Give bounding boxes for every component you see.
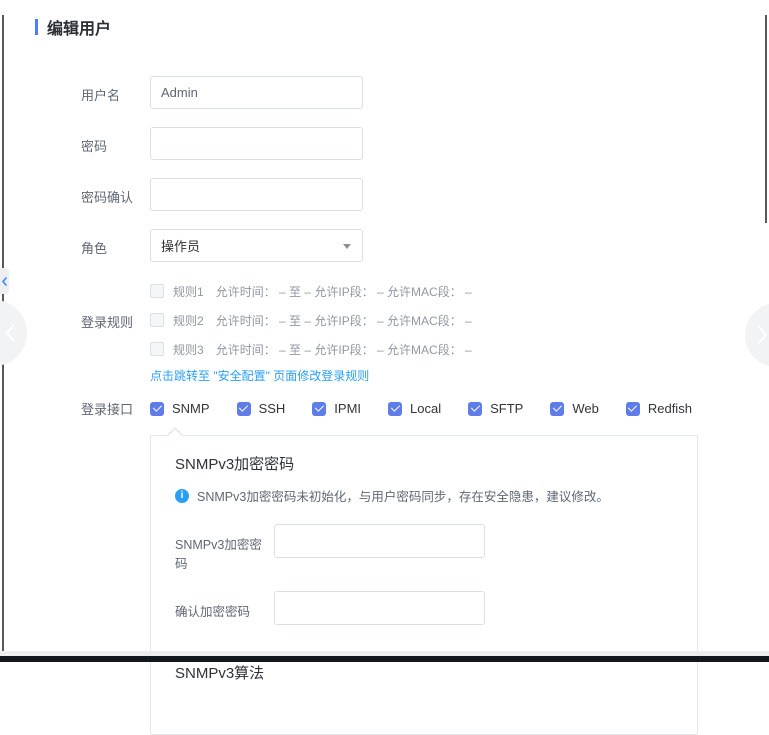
snmpv3-panel-title: SNMPv3加密密码	[175, 453, 697, 474]
interface-label: SFTP	[490, 401, 523, 416]
interface-option-ipmi: IPMI	[312, 401, 361, 416]
chevron-right-icon	[757, 325, 768, 345]
password-input[interactable]	[150, 127, 363, 160]
role-label: 角色	[81, 229, 150, 262]
snmpv3-password-confirm-row: 确认加密密码	[175, 591, 697, 625]
security-config-link[interactable]: 点击跳转至 "安全配置" 页面修改登录规则	[150, 367, 369, 384]
snmpv3-algorithm-title: SNMPv3算法	[175, 662, 697, 683]
snmpv3-password-input[interactable]	[274, 524, 485, 558]
login-rule-item: 规则3 允许时间： – 至 – 允许IP段： – 允许MAC段： –	[150, 338, 472, 360]
login-interfaces-list: SNMP SSH IPMI Local SFTP Web	[150, 398, 719, 418]
password-label: 密码	[81, 127, 150, 160]
snmpv3-password-confirm-input[interactable]	[274, 591, 485, 625]
chevron-down-icon	[343, 244, 351, 249]
snmpv3-password-label: SNMPv3加密密码	[175, 524, 274, 572]
ipmi-checkbox[interactable]	[312, 402, 326, 416]
login-interfaces-label: 登录接口	[81, 398, 150, 418]
local-checkbox[interactable]	[388, 402, 402, 416]
page-title: 编辑用户	[47, 15, 111, 39]
snmpv3-password-confirm-label: 确认加密密码	[175, 591, 274, 625]
interface-option-redfish: Redfish	[626, 401, 692, 416]
ssh-checkbox[interactable]	[237, 402, 251, 416]
scrollbar-thumb[interactable]	[765, 15, 767, 223]
snmpv3-info-row: i SNMPv3加密密码未初始化，与用户密码同步，存在安全隐患，建议修改。	[175, 486, 697, 505]
interface-label: Redfish	[648, 401, 692, 416]
interface-option-local: Local	[388, 401, 441, 416]
web-checkbox[interactable]	[550, 402, 564, 416]
rule-name: 规则3	[173, 341, 204, 358]
username-row: 用户名	[81, 76, 769, 109]
password-confirm-label: 密码确认	[81, 178, 150, 211]
username-input[interactable]	[150, 76, 363, 109]
sidebar-collapse-toggle[interactable]	[0, 268, 9, 294]
interface-label: Web	[572, 401, 599, 416]
chevron-left-icon	[5, 323, 16, 343]
interface-label: Local	[410, 401, 441, 416]
interface-label: SSH	[259, 401, 286, 416]
snmpv3-panel: SNMPv3加密密码 i SNMPv3加密密码未初始化，与用户密码同步，存在安全…	[150, 435, 698, 735]
login-rules-list: 规则1 允许时间： – 至 – 允许IP段： – 允许MAC段： – 规则2 允…	[150, 280, 472, 384]
bottom-dark-bar	[0, 656, 769, 662]
edit-user-form: 用户名 密码 密码确认 角色 操作员 登录规则 规则1 允许时间： – 至 – …	[81, 76, 769, 735]
role-selected-value: 操作员	[161, 236, 200, 255]
carousel-prev-button[interactable]	[0, 300, 27, 366]
rule2-checkbox[interactable]	[150, 313, 164, 327]
title-accent-bar	[35, 19, 38, 35]
interface-option-web: Web	[550, 401, 599, 416]
interface-label: IPMI	[334, 401, 361, 416]
sftp-checkbox[interactable]	[468, 402, 482, 416]
login-rule-item: 规则1 允许时间： – 至 – 允许IP段： – 允许MAC段： –	[150, 280, 472, 302]
password-confirm-input[interactable]	[150, 178, 363, 211]
rule-name: 规则2	[173, 312, 204, 329]
rule-detail: 允许时间： – 至 – 允许IP段： – 允许MAC段： –	[216, 312, 472, 329]
password-confirm-row: 密码确认	[81, 178, 769, 211]
login-interfaces-row: 登录接口 SNMP SSH IPMI Local SFTP	[81, 398, 769, 418]
interface-option-ssh: SSH	[237, 401, 286, 416]
page-header: 编辑用户	[35, 15, 769, 39]
interface-label: SNMP	[172, 401, 210, 416]
password-row: 密码	[81, 127, 769, 160]
interface-option-snmp: SNMP	[150, 401, 210, 416]
chevron-left-icon	[2, 277, 7, 286]
interface-option-sftp: SFTP	[468, 401, 523, 416]
username-label: 用户名	[81, 76, 150, 109]
role-row: 角色 操作员	[81, 229, 769, 262]
snmpv3-info-text: SNMPv3加密密码未初始化，与用户密码同步，存在安全隐患，建议修改。	[197, 486, 609, 505]
login-rules-row: 登录规则 规则1 允许时间： – 至 – 允许IP段： – 允许MAC段： – …	[81, 280, 769, 384]
redfish-checkbox[interactable]	[626, 402, 640, 416]
snmpv3-password-row: SNMPv3加密密码	[175, 524, 697, 572]
login-rule-item: 规则2 允许时间： – 至 – 允许IP段： – 允许MAC段： –	[150, 309, 472, 331]
rule-detail: 允许时间： – 至 – 允许IP段： – 允许MAC段： –	[216, 283, 472, 300]
rule1-checkbox[interactable]	[150, 284, 164, 298]
info-icon: i	[175, 489, 189, 503]
role-select[interactable]: 操作员	[150, 229, 363, 262]
rule3-checkbox[interactable]	[150, 342, 164, 356]
login-rules-label: 登录规则	[81, 280, 150, 384]
rule-name: 规则1	[173, 283, 204, 300]
snmp-checkbox[interactable]	[150, 402, 164, 416]
rule-detail: 允许时间： – 至 – 允许IP段： – 允许MAC段： –	[216, 341, 472, 358]
